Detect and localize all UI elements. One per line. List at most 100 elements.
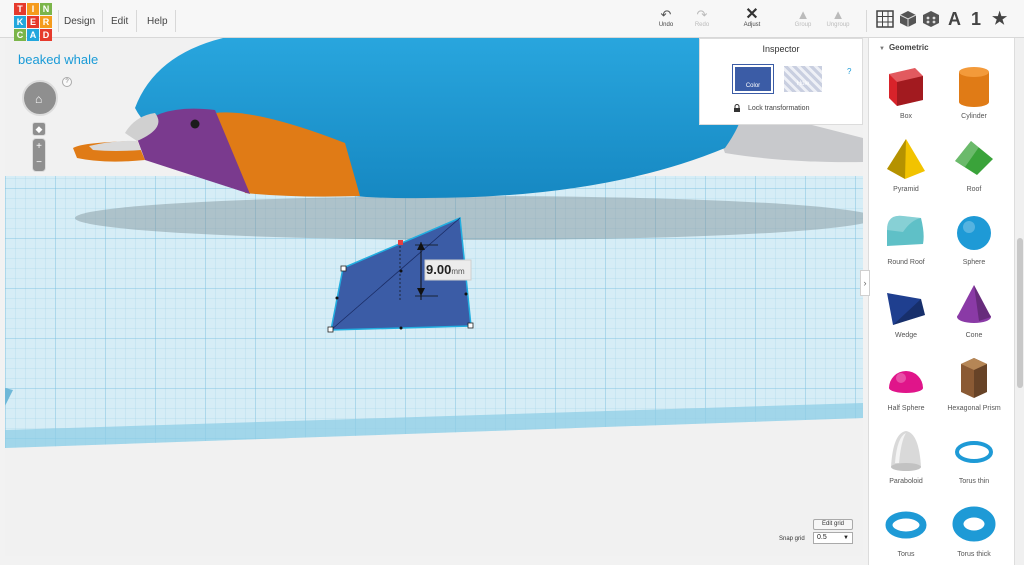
menu-separator [102,10,103,32]
menu-help[interactable]: Help [147,16,168,27]
shape-cylinder[interactable]: Cylinder [939,62,1009,132]
logo-letter: I [27,3,39,15]
group-button[interactable]: ▲ Group [783,7,823,29]
shape-label: Paraboloid [889,478,923,485]
redo-button[interactable]: ↷ Redo [682,7,722,29]
shape-pyramid[interactable]: Pyramid [871,135,941,205]
shape-box[interactable]: Box [871,62,941,132]
shape-round-roof[interactable]: Round Roof [871,208,941,278]
adjust-icon: ✕ [745,6,759,23]
group-icon: ▲ [796,7,810,22]
shape-wedge[interactable]: Wedge [871,281,941,351]
shape-label: Torus thick [957,551,991,558]
design-title[interactable]: beaked whale [18,52,98,67]
resize-handle[interactable] [327,326,334,333]
shape-label: Sphere [962,259,986,266]
scrollbar-thumb[interactable] [1017,238,1023,388]
logo-letter: E [27,16,39,28]
orbit-control[interactable]: ⌂ [22,80,58,116]
zoom-out-icon[interactable]: − [36,157,42,168]
shape-label: Torus thin [958,478,990,485]
shape-label: Torus [897,551,915,558]
paraboloid-icon [891,431,921,471]
redo-icon: ↷ [696,7,708,22]
shape-sphere[interactable]: Sphere [939,208,1009,278]
shape-torus-thin[interactable]: Torus thin [939,427,1009,497]
menu-edit[interactable]: Edit [111,16,128,27]
resize-handle[interactable] [340,265,347,272]
zoom-in-icon[interactable]: + [36,141,42,152]
shape-label: Cone [965,332,983,339]
logo-letter: A [27,29,39,41]
redo-label: Redo [694,22,710,28]
tinkercad-logo[interactable]: TIN KER CAD [14,3,52,41]
fit-view-icon[interactable]: ◆ [32,122,46,136]
menu-separator [866,10,867,32]
dimension-unit: mm [451,267,465,276]
cone-icon [957,285,991,323]
shape-half-sphere[interactable]: Half Sphere [871,354,941,424]
menu-separator [175,10,176,32]
half-sphere-icon [889,371,923,393]
shape-label: Box [899,113,913,120]
inspector-panel: Inspector Color Hole ? Lock transformati… [699,38,863,125]
box-icon [889,68,923,106]
star-icon[interactable]: ★ [992,9,1007,29]
category-header[interactable]: ▼ Geometric [879,43,929,52]
torus-icon [885,511,927,539]
edit-grid-button[interactable]: Edit grid [813,519,853,530]
shapes-panel: ▼ Geometric Box Cylinder Pyramid Roof Round R… [868,38,1014,565]
shape-paraboloid[interactable]: Paraboloid [871,427,941,497]
home-icon[interactable]: ⌂ [35,92,42,106]
grid-view-icon[interactable] [876,10,894,28]
help-icon[interactable]: ? [62,77,72,87]
collapse-triangle-icon: ▼ [879,46,885,52]
menu-design[interactable]: Design [64,16,95,27]
dimension-value[interactable]: 9.00mm [426,262,465,277]
snap-grid-label: Snap grid [779,536,805,542]
torus-thick-icon [952,506,996,542]
round-roof-icon [887,215,924,246]
resize-handle[interactable] [467,322,474,329]
shape-label: Cylinder [961,113,987,120]
adjust-button[interactable]: ✕ Adjust [732,6,772,29]
logo-letter: K [14,16,26,28]
adjust-label: Adjust [743,22,761,28]
tinkercad-editor: TINKERCAD Design Edit Help ↶ Undo ↷ Redo… [0,0,1024,565]
lock-icon[interactable] [733,104,741,112]
shape-roof[interactable]: Roof [939,135,1009,205]
logo-letter: T [14,3,26,15]
dropdown-arrow-icon: ▼ [843,535,849,541]
hexagonal-prism-icon [961,358,987,398]
shape-label: Pyramid [893,186,919,193]
box-view-icon[interactable] [899,10,917,28]
bricks-view-icon[interactable] [922,10,940,28]
inspector-title: Inspector [762,44,800,54]
shape-cone[interactable]: Cone [939,281,1009,351]
shape-label: Roof [966,186,982,193]
logo-letter: N [40,3,52,15]
snap-grid-select[interactable]: 0.5 ▼ [813,532,853,544]
zoom-control[interactable]: + − [32,138,46,172]
ungroup-button[interactable]: ▲ Ungroup [818,8,858,29]
shape-torus-thick[interactable]: Torus thick [939,500,1009,565]
panel-scrollbar[interactable] [1014,38,1024,565]
inspector-help-icon[interactable]: ? [847,67,851,76]
pyramid-icon [887,139,925,179]
whale-beak-lip [89,140,141,151]
number-view-icon[interactable]: 1 [971,9,981,29]
collapse-panel-icon[interactable]: › [860,270,870,296]
lock-transformation-label[interactable]: Lock transformation [748,105,809,112]
text-view-icon[interactable]: A [948,9,961,29]
wedge-icon [887,293,925,325]
shape-hexagonal-prism[interactable]: Hexagonal Prism [939,354,1009,424]
height-handle[interactable] [398,240,403,245]
shape-label: Hexagonal Prism [947,405,1001,412]
undo-label: Undo [658,22,674,28]
sphere-icon [957,216,991,250]
color-button[interactable]: Color [732,64,774,94]
undo-button[interactable]: ↶ Undo [646,8,686,29]
torus-thin-icon [955,441,993,463]
hole-button[interactable]: Hole [784,66,822,92]
shape-torus[interactable]: Torus [871,500,941,565]
